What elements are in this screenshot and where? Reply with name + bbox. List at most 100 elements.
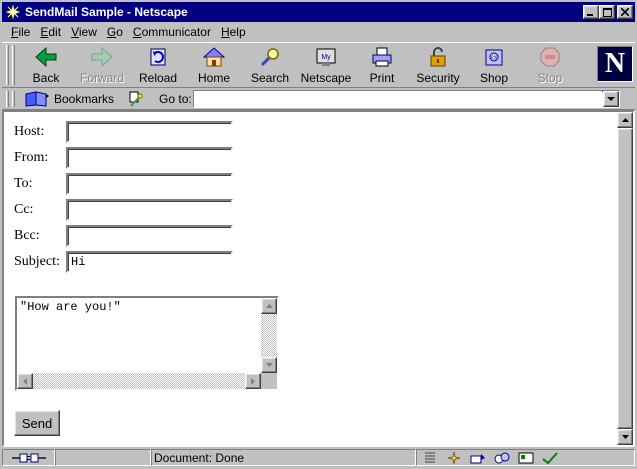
menu-edit[interactable]: Edit bbox=[35, 25, 66, 39]
subject-row: Subject: bbox=[14, 251, 233, 273]
from-row: From: bbox=[14, 147, 233, 169]
location-toolbar-grip[interactable] bbox=[6, 91, 9, 107]
subject-label: Subject: bbox=[14, 254, 60, 269]
discussion-icon[interactable] bbox=[493, 451, 511, 465]
back-arrow-icon bbox=[35, 46, 57, 68]
back-button[interactable]: Back bbox=[18, 43, 74, 87]
from-input[interactable] bbox=[66, 147, 233, 169]
page-vertical-scrollbar[interactable] bbox=[617, 112, 633, 445]
reload-icon bbox=[150, 48, 166, 66]
shop-button[interactable]: @ Shop bbox=[466, 43, 522, 87]
page-location-icon[interactable] bbox=[126, 90, 144, 108]
send-button[interactable]: Send bbox=[14, 410, 60, 436]
page-scroll-down-button[interactable] bbox=[617, 429, 633, 445]
location-toolbar-grip-2[interactable] bbox=[12, 91, 15, 107]
location-toolbar: Bookmarks Go to: bbox=[2, 89, 635, 110]
message-scroll-down-button[interactable] bbox=[261, 357, 277, 373]
progress-bar bbox=[55, 449, 151, 466]
menu-help[interactable]: Help bbox=[216, 25, 251, 39]
status-text: Document: Done bbox=[151, 449, 416, 466]
to-row: To: bbox=[14, 173, 233, 195]
arrow-up-icon bbox=[621, 118, 629, 122]
shop-icon: @ bbox=[485, 49, 503, 66]
arrow-up-icon bbox=[265, 304, 273, 308]
window-title: SendMail Sample - Netscape bbox=[25, 5, 188, 19]
toolbar-grip[interactable] bbox=[6, 45, 9, 85]
netscape-button[interactable]: My Netscape bbox=[298, 43, 354, 87]
cc-input[interactable] bbox=[66, 199, 233, 221]
search-icon bbox=[260, 48, 279, 67]
cc-row: Cc: bbox=[14, 199, 233, 221]
bcc-input[interactable] bbox=[66, 225, 233, 247]
arrow-down-icon bbox=[265, 363, 273, 367]
component-bar bbox=[416, 449, 635, 466]
svg-text:My: My bbox=[321, 54, 331, 61]
bookmarks-label[interactable]: Bookmarks bbox=[54, 92, 114, 106]
message-textarea[interactable]: "How are you!" bbox=[15, 296, 279, 391]
netscape-icon: My bbox=[316, 48, 336, 66]
search-button[interactable]: Search bbox=[242, 43, 298, 87]
print-button[interactable]: Print bbox=[354, 43, 410, 87]
home-button[interactable]: Home bbox=[186, 43, 242, 87]
home-icon bbox=[202, 47, 226, 67]
reload-button[interactable]: Reload bbox=[130, 43, 186, 87]
arrow-down-icon bbox=[621, 435, 629, 439]
netscape-app-icon bbox=[5, 4, 21, 20]
page-content: Host: From: To: Cc: Bcc: Subject: "How a… bbox=[2, 110, 635, 447]
url-input[interactable] bbox=[193, 91, 602, 107]
message-text[interactable]: "How are you!" bbox=[20, 300, 121, 314]
stop-button[interactable]: Stop bbox=[522, 43, 578, 87]
message-vertical-scrollbar[interactable] bbox=[261, 298, 277, 373]
mail-icon[interactable] bbox=[469, 451, 487, 465]
maximize-button[interactable] bbox=[599, 5, 615, 19]
arrow-right-icon bbox=[251, 377, 255, 385]
message-scroll-up-button[interactable] bbox=[261, 298, 277, 314]
page-scroll-thumb[interactable] bbox=[617, 128, 633, 429]
composer-icon[interactable] bbox=[517, 451, 535, 465]
location-field[interactable] bbox=[192, 90, 620, 108]
security-button[interactable]: Security bbox=[410, 43, 466, 87]
forward-arrow-icon bbox=[91, 46, 113, 68]
bookmarks-icon[interactable] bbox=[24, 90, 50, 108]
title-bar: SendMail Sample - Netscape bbox=[2, 2, 635, 22]
print-icon bbox=[372, 47, 392, 67]
message-horizontal-scrollbar[interactable] bbox=[17, 373, 261, 389]
close-button[interactable] bbox=[617, 5, 633, 19]
page-scroll-up-button[interactable] bbox=[617, 112, 633, 128]
message-scroll-left-button[interactable] bbox=[17, 373, 33, 389]
menu-communicator[interactable]: Communicator bbox=[128, 25, 216, 39]
security-lock-icon bbox=[430, 47, 446, 67]
host-row: Host: bbox=[14, 121, 233, 143]
navigator-icon[interactable] bbox=[445, 451, 463, 465]
to-label: To: bbox=[14, 176, 33, 191]
menu-go[interactable]: Go bbox=[102, 25, 128, 39]
host-input[interactable] bbox=[66, 121, 233, 143]
scrollbar-corner bbox=[261, 373, 277, 389]
message-scroll-right-button[interactable] bbox=[245, 373, 261, 389]
connection-indicator bbox=[2, 449, 55, 466]
svg-text:@: @ bbox=[490, 55, 497, 62]
subject-input[interactable] bbox=[66, 251, 233, 273]
toolbar-grip-2[interactable] bbox=[12, 45, 15, 85]
chevron-down-icon bbox=[606, 97, 615, 101]
navigation-toolbar: Back Forward Reload Home Search My Netsc… bbox=[2, 42, 635, 88]
menu-view[interactable]: View bbox=[66, 25, 102, 39]
arrow-left-icon bbox=[23, 377, 27, 385]
close-icon bbox=[621, 8, 629, 16]
status-bar: Document: Done bbox=[2, 448, 635, 467]
stop-icon bbox=[540, 47, 560, 67]
bcc-row: Bcc: bbox=[14, 225, 233, 247]
from-label: From: bbox=[14, 150, 49, 165]
menu-file[interactable]: File bbox=[2, 25, 35, 39]
goto-label: Go to: bbox=[159, 92, 192, 106]
location-dropdown-button[interactable] bbox=[602, 91, 619, 107]
netscape-logo[interactable]: N bbox=[597, 46, 633, 82]
forward-button[interactable]: Forward bbox=[74, 43, 130, 87]
minimize-button[interactable] bbox=[583, 5, 599, 19]
document-lines-icon[interactable] bbox=[421, 451, 439, 465]
minimize-icon bbox=[587, 14, 593, 16]
to-input[interactable] bbox=[66, 173, 233, 195]
security-check-icon[interactable] bbox=[541, 451, 559, 465]
menu-bar: File Edit View Go Communicator Help bbox=[2, 22, 635, 41]
maximize-icon bbox=[602, 7, 612, 17]
